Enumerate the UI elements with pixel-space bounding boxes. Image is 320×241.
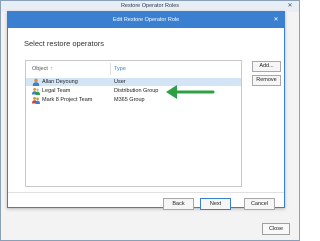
edit-restore-operator-role-dialog: Edit Restore Operator Role ✕ Select rest… xyxy=(7,11,285,210)
table-row[interactable]: Mark 8 Project Team M365 Group xyxy=(26,96,241,104)
back-button[interactable]: Back xyxy=(163,198,194,210)
m365-group-icon xyxy=(32,97,40,104)
close-icon[interactable]: ✕ xyxy=(285,1,295,12)
table-header: Object ↑ Type xyxy=(26,61,241,77)
row-object-type: M365 Group xyxy=(114,97,145,103)
sort-ascending-icon: ↑ xyxy=(49,66,53,72)
row-object-type: User xyxy=(114,79,126,85)
remove-button[interactable]: Remove xyxy=(252,75,281,86)
table-row[interactable]: Legal Team Distribution Group xyxy=(26,87,241,95)
column-divider[interactable] xyxy=(110,63,111,75)
cancel-button[interactable]: Cancel xyxy=(244,198,275,210)
dialog-separator xyxy=(8,192,284,193)
outer-window-title: Restore Operator Roles xyxy=(120,3,180,9)
column-header-object[interactable]: Object ↑ xyxy=(32,66,53,72)
row-object-name: Legal Team xyxy=(42,88,71,94)
row-object-name: Allan Deyoung xyxy=(42,79,78,85)
section-heading: Select restore operators xyxy=(24,39,105,48)
row-object-name: Mark 8 Project Team xyxy=(42,97,93,103)
dialog-titlebar: Edit Restore Operator Role ✕ xyxy=(8,12,284,28)
group-icon xyxy=(32,88,40,95)
row-object-type: Distribution Group xyxy=(114,88,159,94)
dialog-close-icon[interactable]: ✕ xyxy=(271,12,281,28)
dialog-title: Edit Restore Operator Role xyxy=(112,17,180,23)
operators-table: Object ↑ Type Allan Deyoung User Legal Te… xyxy=(25,60,242,187)
next-button[interactable]: Next xyxy=(200,198,231,210)
user-icon xyxy=(32,78,40,86)
column-header-type[interactable]: Type xyxy=(114,66,126,72)
add-button[interactable]: Add... xyxy=(252,61,281,72)
table-row[interactable]: Allan Deyoung User xyxy=(26,78,241,86)
column-header-object-label: Object xyxy=(32,66,48,72)
close-button[interactable]: Close xyxy=(262,223,290,235)
